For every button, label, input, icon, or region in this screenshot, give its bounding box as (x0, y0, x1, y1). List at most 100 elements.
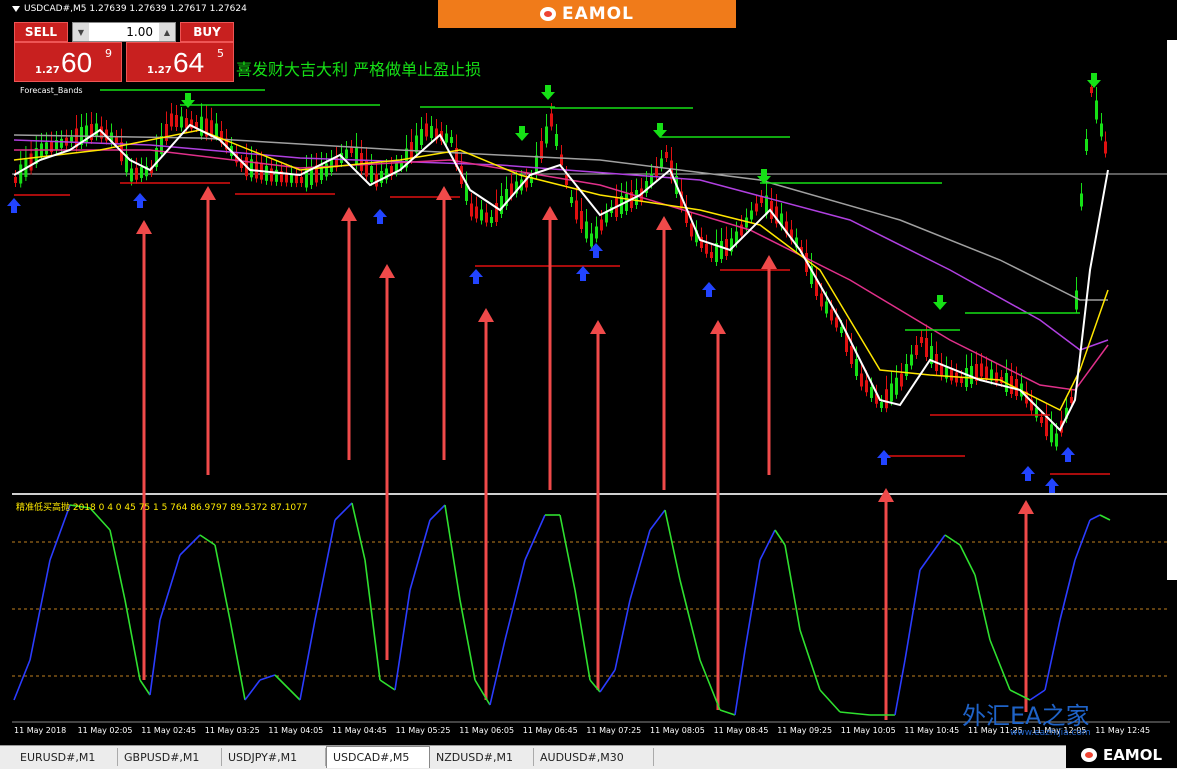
buy-price-pip: 5 (217, 47, 224, 60)
tab-nzdusd-m1[interactable]: NZDUSD#,M1 (430, 748, 534, 766)
lot-value[interactable]: 1.00 (89, 25, 159, 39)
candle-body (295, 175, 298, 184)
oscillator-segment (679, 579, 701, 661)
sell-arrow-icon (541, 85, 555, 100)
signal-arrow-head (478, 308, 494, 322)
buy-arrow-icon (1045, 478, 1059, 493)
candle-body (425, 123, 428, 137)
candle-body (580, 211, 583, 229)
candle-body (1070, 397, 1073, 403)
candle-body (215, 123, 218, 137)
time-axis-label: 11 May 06:05 (459, 726, 515, 735)
candle-body (1090, 87, 1093, 93)
buy-arrow-icon (373, 209, 387, 224)
oscillator-segment (459, 599, 476, 681)
ma-purple-line (13, 139, 1109, 351)
candle-body (475, 206, 478, 219)
oscillator-segment (759, 529, 776, 561)
candle-body (870, 387, 873, 398)
signal-arrow-head (379, 264, 395, 278)
oscillator-segment (799, 629, 821, 691)
brand-logo-bottom: EAMOL (1066, 742, 1177, 768)
candle-body (170, 113, 173, 127)
candle-body (380, 171, 383, 183)
tab-usdcad-m5[interactable]: USDCAD#,M5 (326, 746, 430, 768)
oscillator-segment (351, 502, 366, 561)
tab-usdjpy-m1[interactable]: USDJPY#,M1 (222, 748, 326, 766)
sell-arrow-icon (1087, 73, 1101, 88)
candle-body (890, 383, 893, 402)
candle-body (270, 168, 273, 182)
ma-yellow-line (13, 129, 1109, 412)
signal-arrow-head (136, 220, 152, 234)
sell-arrow-icon (653, 123, 667, 138)
candle-body (370, 166, 373, 182)
candle-body (165, 124, 168, 141)
candle-body (650, 173, 653, 185)
buy-button[interactable]: BUY (180, 22, 234, 42)
oscillator-segment (244, 679, 261, 701)
oscillator-segment (959, 544, 976, 576)
candle-body (980, 363, 983, 377)
oscillator-segment (559, 514, 576, 591)
candle-body (420, 129, 423, 145)
candle-body (200, 116, 203, 136)
candle-body (705, 243, 708, 254)
oscillator-segment (904, 569, 921, 661)
tab-audusd-m30[interactable]: AUDUSD#,M30 (534, 748, 654, 766)
time-axis-label: 11 May 08:05 (650, 726, 705, 735)
oscillator-segment (734, 649, 746, 716)
brand-name: EAMOL (1102, 746, 1163, 764)
signal-arrow-head (656, 216, 672, 230)
oscillator-segment (774, 529, 786, 546)
sell-price-box[interactable]: 1.27 60 9 (14, 42, 122, 82)
candle-body (470, 203, 473, 217)
tab-eurusd-m1[interactable]: EURUSD#,M1 (14, 748, 118, 766)
candle-body (995, 372, 998, 383)
signal-arrow-head (341, 207, 357, 221)
tab-gbpusd-m1[interactable]: GBPUSD#,M1 (118, 748, 222, 766)
candle-body (590, 233, 593, 247)
candle-body (840, 327, 843, 333)
oscillator-segment (124, 599, 141, 681)
candle-body (445, 133, 448, 143)
signal-arrow-head (761, 255, 777, 269)
lot-increase-icon[interactable]: ▲ (159, 23, 175, 41)
candle-body (720, 241, 723, 259)
candle-body (900, 373, 903, 387)
lot-size-input[interactable]: ▼ 1.00 ▲ (72, 22, 176, 42)
candle-body (14, 177, 17, 183)
vertical-scrollbar[interactable] (1167, 40, 1177, 580)
chart-area[interactable]: USDCAD#,M5 1.27639 1.27639 1.27617 1.276… (0, 0, 1177, 745)
time-axis-label: 11 May 04:05 (268, 726, 324, 735)
oscillator-segment (179, 534, 201, 556)
candle-body (860, 373, 863, 387)
sell-arrow-icon (933, 295, 947, 310)
symbol-tabs: EURUSD#,M1 GBPUSD#,M1 USDJPY#,M1 USDCAD#,M5… (0, 745, 1177, 769)
oscillator-segment (629, 529, 651, 601)
candle-body (485, 212, 488, 223)
candle-body (835, 317, 838, 328)
oscillator-segment (919, 534, 946, 571)
oscillator-segment (274, 674, 291, 691)
time-axis-label: 11 May 07:25 (586, 726, 642, 735)
candle-body (895, 377, 898, 395)
oscillator-segment (334, 502, 353, 521)
candle-body (115, 137, 118, 143)
buy-price-prefix: 1.27 (147, 65, 172, 76)
candle-body (60, 138, 63, 148)
price-chart[interactable] (0, 0, 1177, 745)
lot-decrease-icon[interactable]: ▼ (73, 23, 89, 41)
oscillator-segment (299, 619, 316, 701)
candle-body (925, 338, 928, 357)
candle-body (175, 115, 178, 127)
time-axis-label: 11 May 03:25 (204, 726, 260, 735)
time-axis-label: 11 May 2018 (14, 726, 67, 735)
candle-body (90, 124, 93, 140)
buy-price-box[interactable]: 1.27 64 5 (126, 42, 234, 82)
sell-button[interactable]: SELL (14, 22, 68, 42)
oscillator-segment (1089, 514, 1101, 521)
candle-body (325, 163, 328, 177)
signal-arrow-head (1018, 500, 1034, 514)
candle-body (545, 126, 548, 144)
